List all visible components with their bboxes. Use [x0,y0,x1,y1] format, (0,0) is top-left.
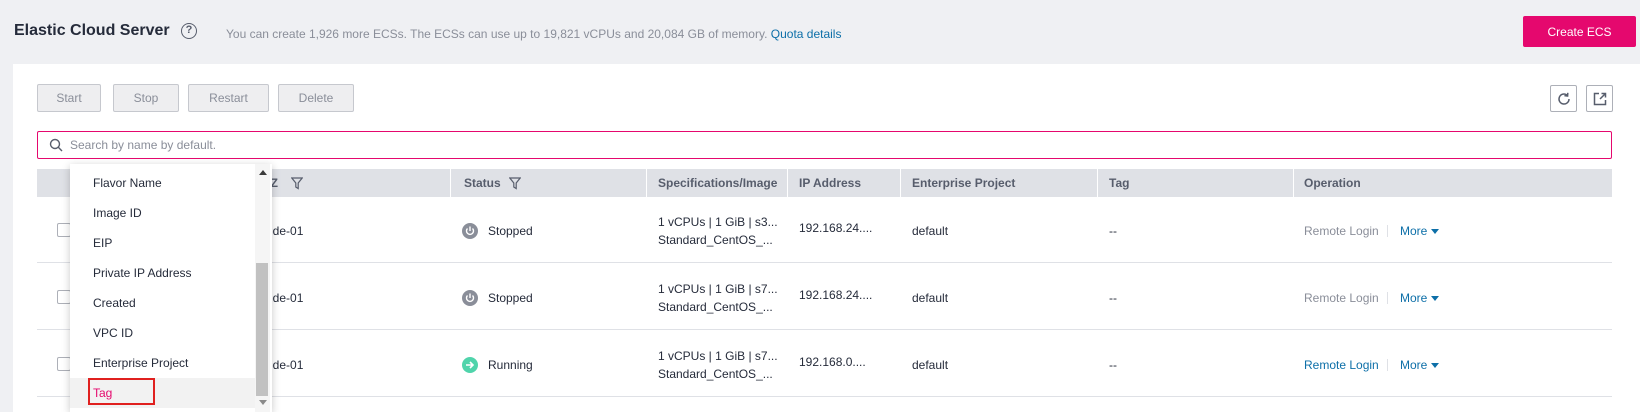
quota-details-link[interactable]: Quota details [771,27,842,41]
search-icon [49,138,63,152]
dropdown-item-private-ip[interactable]: Private IP Address [70,258,255,288]
table-row: u-de-01 Stopped 1 vCPUs | 1 GiB | s7... … [37,264,1612,330]
tag-highlight-box [88,378,155,405]
dropdown-item-enterprise-project[interactable]: Enterprise Project [70,348,255,378]
restart-button[interactable]: Restart [188,84,269,112]
dropdown-item-image-id[interactable]: Image ID [70,198,255,228]
more-label: More [1400,224,1428,238]
project-cell: default [912,291,949,305]
refresh-icon [1558,92,1570,105]
delete-button[interactable]: Delete [278,84,354,112]
row-checkbox[interactable] [57,290,71,304]
caret-down-icon [1431,229,1440,235]
dropdown-item-vpc-id[interactable]: VPC ID [70,318,255,348]
remote-login-link: Remote Login [1304,224,1379,238]
column-separator [1293,169,1294,197]
status-text: Stopped [488,291,533,305]
remote-login-link: Remote Login [1304,291,1379,305]
tag-cell: -- [1109,291,1117,305]
image-line: Standard_CentOS_... [658,367,773,381]
table-row: u-de-01 Stopped 1 vCPUs | 1 GiB | s3... … [37,197,1612,263]
az-filter-icon[interactable] [291,177,303,190]
column-operation: Operation [1304,176,1361,190]
refresh-button[interactable] [1550,85,1577,112]
table-header: AZ Status Specifications/Image IP Addres… [37,169,1612,197]
more-dropdown[interactable]: More [1400,291,1440,305]
project-cell: default [912,224,949,238]
table-row: u-de-01 Running 1 vCPUs | 1 GiB | s7... … [37,331,1612,397]
status-filter-icon[interactable] [509,177,521,190]
page-header: Elastic Cloud Server ? You can create 1,… [0,0,1640,64]
tag-cell: -- [1109,224,1117,238]
more-dropdown[interactable]: More [1400,224,1440,238]
stopped-icon [462,290,478,306]
op-separator [1387,225,1388,237]
op-separator [1387,292,1388,304]
export-icon [1593,92,1607,106]
tag-cell: -- [1109,358,1117,372]
column-separator [787,169,788,197]
start-button[interactable]: Start [37,84,101,112]
image-line: Standard_CentOS_... [658,300,773,314]
remote-login-link[interactable]: Remote Login [1304,358,1379,372]
column-tag: Tag [1109,176,1130,190]
caret-down-icon [1431,363,1440,369]
dropdown-item-flavor-name[interactable]: Flavor Name [70,168,255,198]
caret-down-icon [1431,296,1440,302]
ip-cell: 192.168.24.... [799,221,873,235]
spec-line: 1 vCPUs | 1 GiB | s7... [658,349,778,363]
column-project: Enterprise Project [912,176,1016,190]
dropdown-item-eip[interactable]: EIP [70,228,255,258]
spec-line: 1 vCPUs | 1 GiB | s7... [658,282,778,296]
help-icon[interactable]: ? [181,23,197,39]
project-cell: default [912,358,949,372]
scroll-down-arrow-icon[interactable] [259,400,267,405]
status-text: Running [488,358,533,372]
quota-info: You can create 1,926 more ECSs. The ECSs… [226,27,841,41]
dropdown-item-created[interactable]: Created [70,288,255,318]
more-dropdown[interactable]: More [1400,358,1440,372]
more-label: More [1400,291,1428,305]
column-specs: Specifications/Image [658,176,778,190]
image-line: Standard_CentOS_... [658,233,773,247]
row-checkbox[interactable] [57,357,71,371]
search-box[interactable] [37,131,1612,159]
scrollbar-thumb[interactable] [256,263,268,396]
column-separator [450,169,451,197]
op-separator [1387,359,1388,371]
search-input[interactable] [70,133,1570,157]
column-status: Status [464,169,501,197]
page-title: Elastic Cloud Server [14,22,170,39]
more-label: More [1400,358,1428,372]
status-text: Stopped [488,224,533,238]
search-attribute-dropdown: Flavor Name Image ID EIP Private IP Addr… [70,164,272,412]
quota-text: You can create 1,926 more ECSs. The ECSs… [226,27,768,41]
scroll-up-arrow-icon[interactable] [259,170,267,175]
column-status-label: Status [464,176,501,190]
create-ecs-button[interactable]: Create ECS [1523,16,1636,47]
stop-button[interactable]: Stop [113,84,179,112]
ip-cell: 192.168.24.... [799,288,873,302]
ip-cell: 192.168.0.... [799,355,866,369]
spec-line: 1 vCPUs | 1 GiB | s3... [658,215,778,229]
column-separator [646,169,647,197]
column-separator [1097,169,1098,197]
column-ip: IP Address [799,176,862,190]
running-icon [462,357,478,373]
stopped-icon [462,223,478,239]
column-separator [900,169,901,197]
row-checkbox[interactable] [57,223,71,237]
export-button[interactable] [1586,85,1613,112]
